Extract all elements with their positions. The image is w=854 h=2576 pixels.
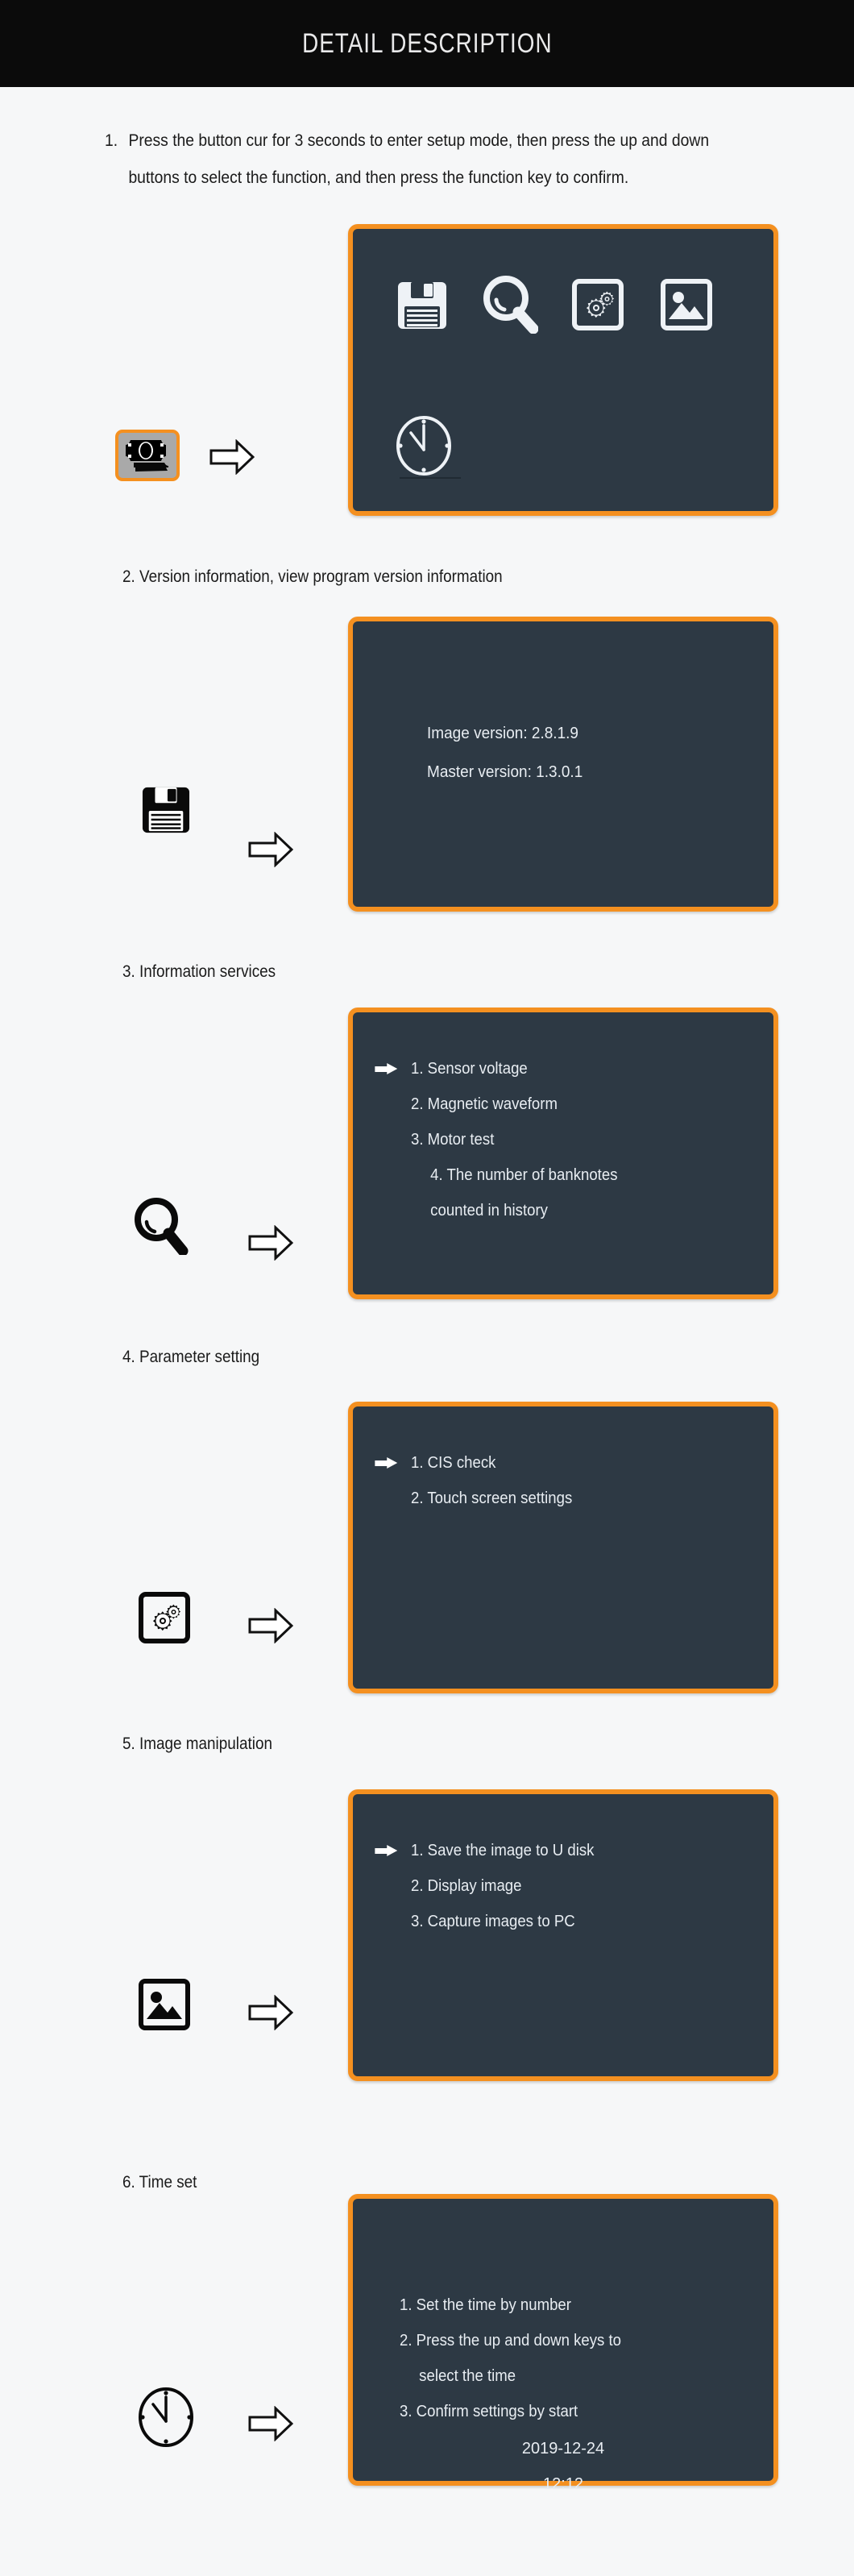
menu-list: 1. Sensor voltage 2. Magnetic waveform 3… xyxy=(375,1051,636,1228)
instruction-label: 2. Press the up and down keys to xyxy=(400,2332,622,2350)
menu-list: 1. Save the image to U disk 2. Display i… xyxy=(375,1833,595,1939)
magnifier-icon[interactable] xyxy=(133,1197,189,1255)
page-header: DETAIL DESCRIPTION xyxy=(0,0,854,87)
menu-item-label: 1. CIS check xyxy=(411,1454,496,1472)
current-date: 2019-12-24 xyxy=(521,2440,605,2458)
instruction-label: 3. Confirm settings by start xyxy=(400,2403,578,2420)
menu-item[interactable]: 3. Capture images to PC xyxy=(411,1904,594,1939)
screen-panel-time-set: 1. Set the time by number 2. Press the u… xyxy=(348,2194,778,2493)
menu-item[interactable]: 1. Save the image to U disk xyxy=(375,1833,595,1868)
menu-item-label: 3. Motor test xyxy=(411,1131,495,1149)
menu-item-label: 2. Display image xyxy=(411,1877,522,1895)
menu-item[interactable]: 2. Display image xyxy=(411,1868,594,1904)
instruction-line: 2. Press the up and down keys to xyxy=(400,2323,684,2358)
right-arrow-icon xyxy=(209,439,255,475)
instruction-line: 1. Set the time by number xyxy=(400,2287,684,2323)
screen-panel-information-services: 1. Sensor voltage 2. Magnetic waveform 3… xyxy=(348,1008,778,1299)
menu-list: 1. CIS check 2. Touch screen settings xyxy=(375,1445,572,1516)
version-lines: Image version: 2.8.1.9 Master version: 1… xyxy=(427,714,582,791)
menu-item[interactable]: 2. Touch screen settings xyxy=(411,1481,572,1516)
picture-icon[interactable] xyxy=(661,279,712,330)
instruction-label: 1. Set the time by number xyxy=(400,2296,571,2314)
screen-panel-parameter-setting: 1. CIS check 2. Touch screen settings xyxy=(348,1402,778,1693)
banknote-stack-button[interactable] xyxy=(115,430,180,481)
selection-arrow-icon xyxy=(375,1457,398,1469)
gears-panel-icon[interactable] xyxy=(139,1592,190,1643)
menu-item[interactable]: 1. CIS check xyxy=(375,1445,572,1481)
right-arrow-icon xyxy=(248,1608,293,1643)
section-label-time-set: 6. Time set xyxy=(122,2173,197,2192)
selection-arrow-icon xyxy=(375,1063,398,1074)
intro-text: Press the button cur for 3 seconds to en… xyxy=(128,131,710,187)
menu-item[interactable]: 1. Sensor voltage xyxy=(375,1051,636,1086)
clock-icon[interactable] xyxy=(137,2386,195,2449)
right-arrow-icon xyxy=(248,832,293,867)
menu-item-label: 2. Touch screen settings xyxy=(411,1490,573,1507)
floppy-disk-icon[interactable] xyxy=(396,280,448,330)
intro-paragraph: 1. Press the button cur for 3 seconds to… xyxy=(105,123,757,197)
instruction-label: select the time xyxy=(419,2367,516,2385)
selection-arrow-icon xyxy=(375,1845,398,1856)
menu-item-label: 1. Save the image to U disk xyxy=(411,1842,595,1859)
screen-panel-image-manipulation: 1. Save the image to U disk 2. Display i… xyxy=(348,1789,778,2081)
menu-item[interactable]: 2. Magnetic waveform xyxy=(411,1086,636,1122)
right-arrow-icon xyxy=(248,1995,293,2030)
right-arrow-icon xyxy=(248,2406,293,2441)
section-label-image-manipulation: 5. Image manipulation xyxy=(122,1735,272,1753)
master-version-line: Master version: 1.3.0.1 xyxy=(427,763,583,781)
menu-item-label: 3. Capture images to PC xyxy=(411,1913,575,1930)
menu-item[interactable]: 4. The number of banknotes counted in hi… xyxy=(411,1157,636,1228)
menu-item-label: 1. Sensor voltage xyxy=(411,1060,528,1078)
right-arrow-icon xyxy=(248,1225,293,1261)
time-set-instructions: 1. Set the time by number 2. Press the u… xyxy=(400,2287,684,2429)
picture-icon[interactable] xyxy=(139,1979,190,2030)
floppy-disk-icon[interactable] xyxy=(141,786,191,834)
section-label-information-services: 3. Information services xyxy=(122,962,276,981)
section-label-parameter-setting: 4. Parameter setting xyxy=(122,1348,260,1366)
image-version-line: Image version: 2.8.1.9 xyxy=(427,725,578,742)
page-title: DETAIL DESCRIPTION xyxy=(301,27,553,59)
menu-item-label: 4. The number of banknotes counted in hi… xyxy=(430,1166,618,1219)
screen-panel-setup-mode xyxy=(348,224,778,516)
menu-item-label: 2. Magnetic waveform xyxy=(411,1095,558,1113)
menu-item[interactable]: 3. Motor test xyxy=(411,1122,636,1157)
instruction-line: select the time xyxy=(400,2358,684,2394)
banknote-stack-icon xyxy=(126,438,169,472)
gears-panel-icon[interactable] xyxy=(572,279,624,330)
panel-divider xyxy=(400,477,461,479)
intro-number: 1. xyxy=(105,131,118,150)
instruction-line: 3. Confirm settings by start xyxy=(400,2394,684,2429)
magnifier-icon[interactable] xyxy=(482,276,538,334)
current-time: 12:12 xyxy=(542,2475,584,2493)
section-label-version-information: 2. Version information, view program ver… xyxy=(122,567,503,586)
screen-panel-version-information: Image version: 2.8.1.9 Master version: 1… xyxy=(348,617,778,912)
clock-icon[interactable] xyxy=(395,414,453,477)
